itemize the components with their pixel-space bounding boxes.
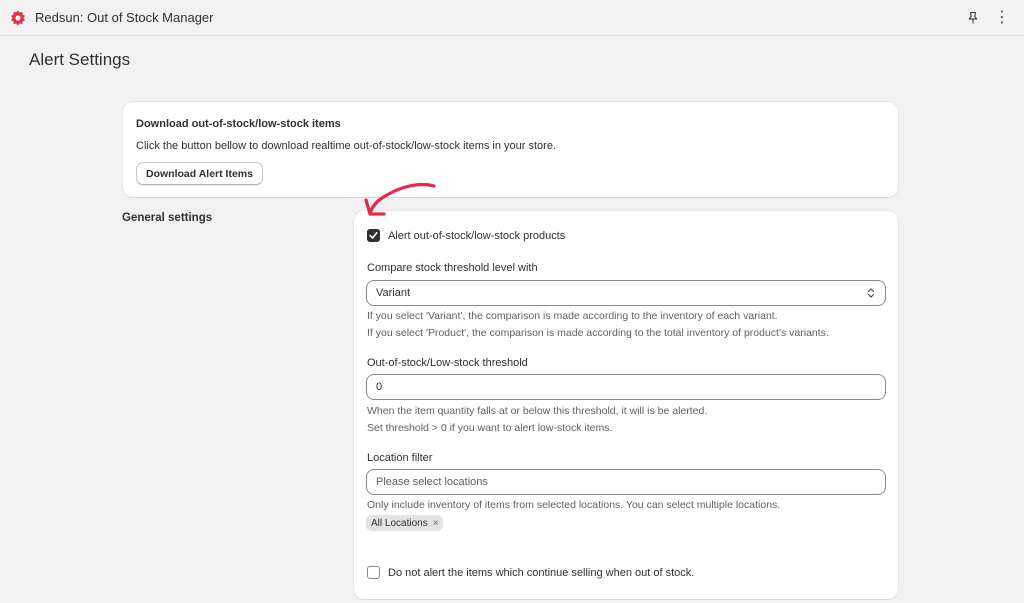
more-icon[interactable]: ⋮	[994, 9, 1010, 26]
alert-products-row[interactable]: Alert out-of-stock/low-stock products	[367, 229, 565, 242]
location-help-text: Only include inventory of items from sel…	[367, 499, 781, 511]
app-title: Redsun: Out of Stock Manager	[35, 10, 214, 25]
all-locations-tag: All Locations ×	[366, 515, 443, 531]
download-card-description: Click the button bellow to download real…	[136, 140, 557, 152]
threshold-help-line-2: Set threshold > 0 if you want to alert l…	[367, 422, 613, 434]
all-locations-tag-label: All Locations	[371, 517, 428, 529]
page-title: Alert Settings	[29, 50, 131, 69]
app-topbar: Redsun: Out of Stock Manager ⋮	[0, 0, 1024, 36]
pin-icon[interactable]	[966, 11, 980, 25]
close-icon[interactable]: ×	[433, 518, 439, 529]
general-settings-card: Alert out-of-stock/low-stock products Co…	[354, 211, 898, 599]
continue-selling-checkbox[interactable]	[367, 566, 380, 579]
threshold-input[interactable]: 0	[366, 374, 886, 400]
general-settings-label: General settings	[122, 212, 213, 224]
location-filter-label: Location filter	[367, 452, 433, 464]
compare-help-line-variant: If you select 'Variant', the comparison …	[367, 310, 778, 322]
compare-threshold-label: Compare stock threshold level with	[367, 262, 538, 274]
compare-threshold-select[interactable]: Variant	[366, 280, 886, 306]
continue-selling-label: Do not alert the items which continue se…	[388, 566, 695, 579]
threshold-label: Out-of-stock/Low-stock threshold	[367, 357, 528, 369]
threshold-value: 0	[376, 381, 383, 393]
location-filter-input[interactable]: Please select locations	[366, 469, 886, 495]
download-card: Download out-of-stock/low-stock items Cl…	[123, 102, 898, 197]
gear-logo-icon	[10, 9, 26, 26]
compare-help-line-product: If you select 'Product', the comparison …	[367, 327, 829, 339]
alert-products-label: Alert out-of-stock/low-stock products	[388, 229, 566, 242]
compare-threshold-value: Variant	[376, 287, 411, 299]
continue-selling-row[interactable]: Do not alert the items which continue se…	[367, 566, 694, 579]
annotation-arrow-icon	[364, 182, 436, 216]
alert-products-checkbox[interactable]	[367, 229, 380, 242]
checkmark-icon	[369, 232, 378, 239]
download-card-title: Download out-of-stock/low-stock items	[136, 118, 341, 130]
threshold-help-text: When the item quantity falls at or below…	[367, 403, 707, 437]
download-alert-items-button[interactable]: Download Alert Items	[136, 162, 263, 185]
location-filter-placeholder: Please select locations	[376, 476, 488, 488]
threshold-help-line-1: When the item quantity falls at or below…	[367, 405, 708, 417]
select-chevrons-icon	[866, 287, 876, 299]
compare-help-text: If you select 'Variant', the comparison …	[367, 308, 829, 342]
